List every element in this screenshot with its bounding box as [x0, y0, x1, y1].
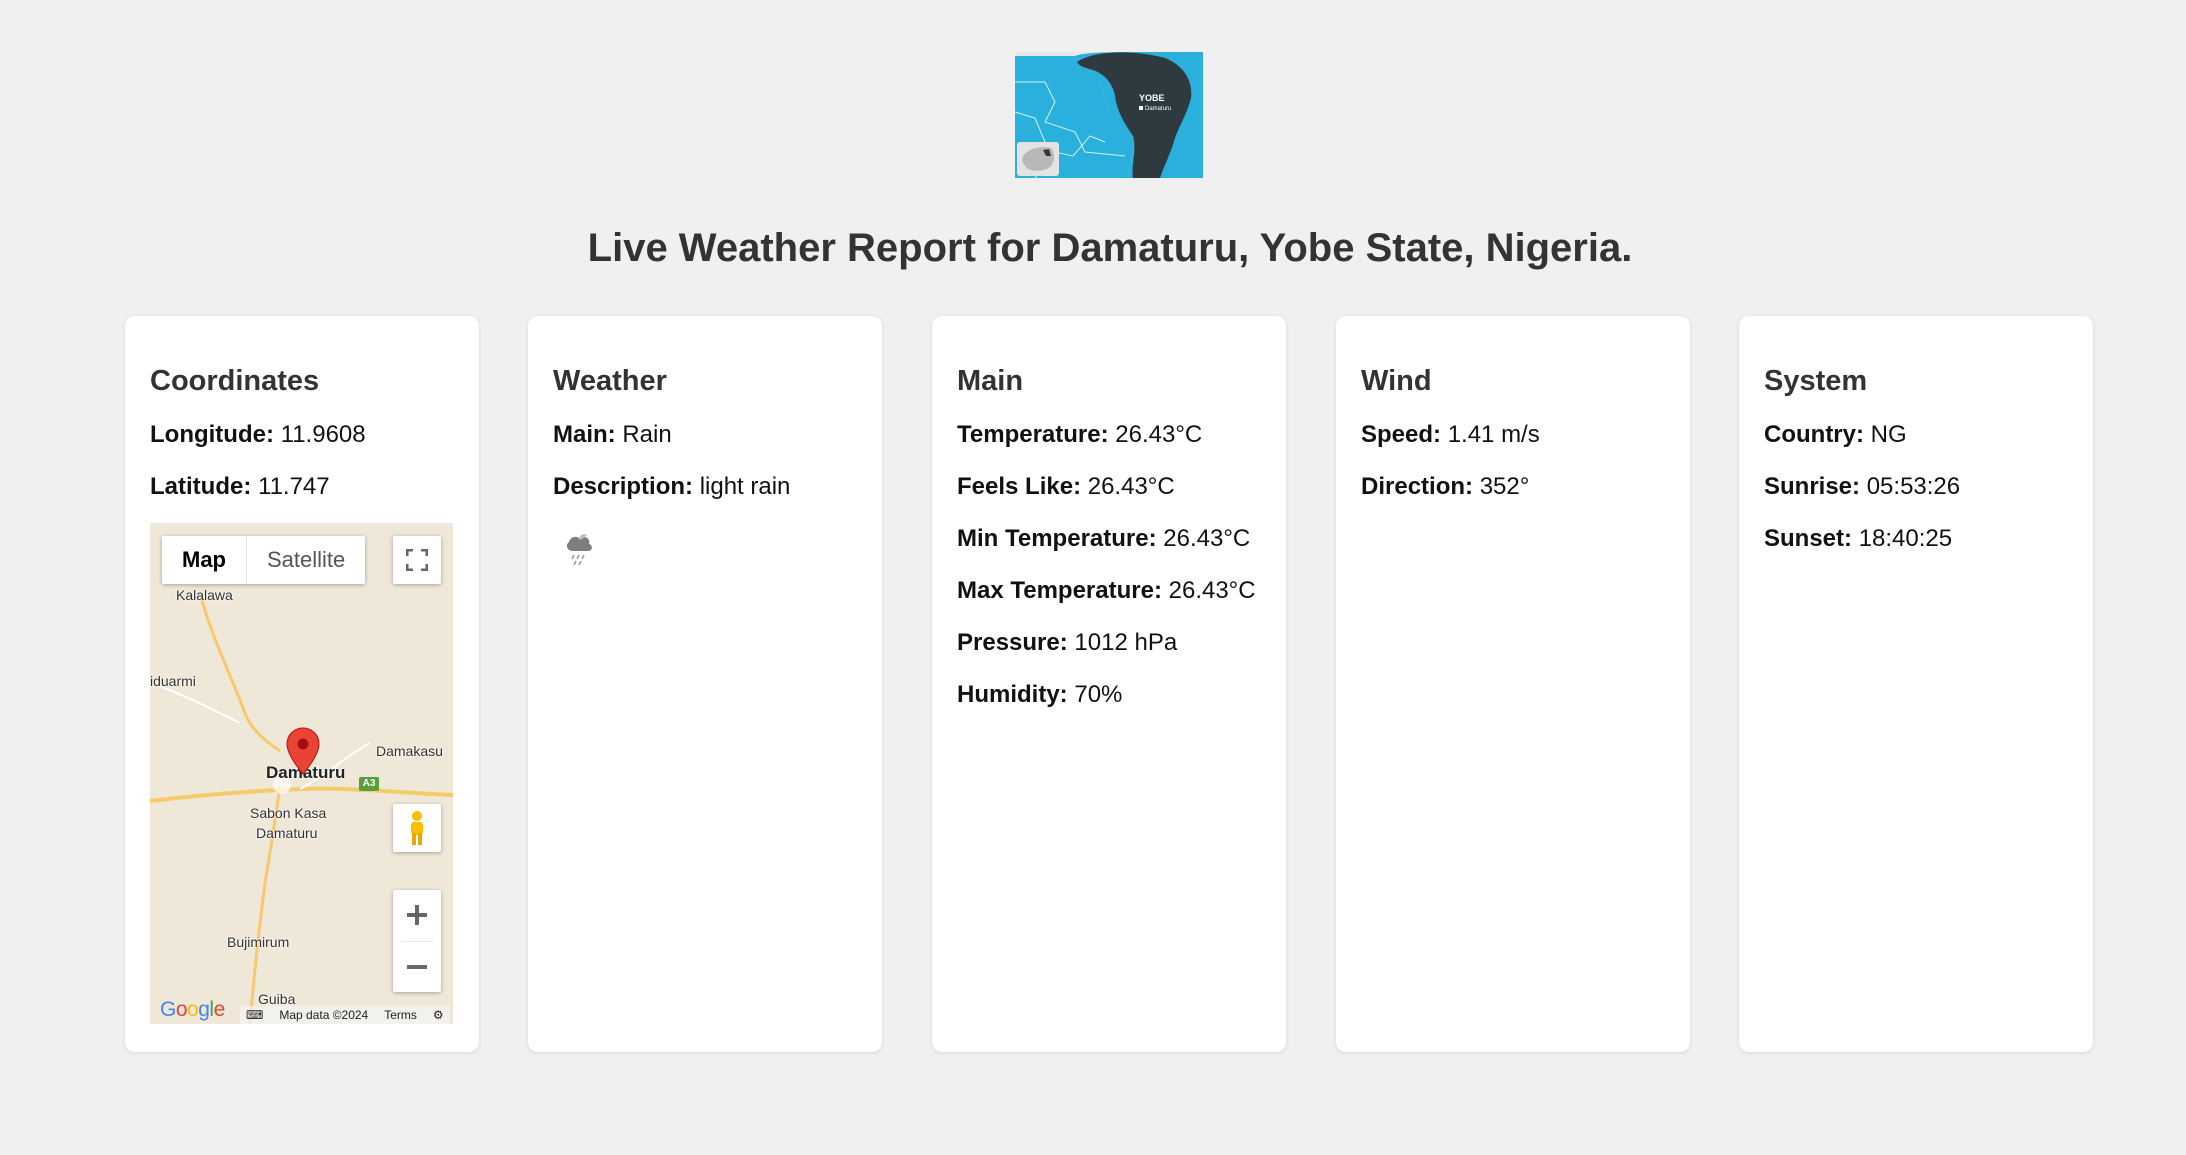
- weather-description-label: Description:: [553, 472, 694, 500]
- humidity-row: Humidity: 70%: [957, 681, 1261, 709]
- keyboard-icon[interactable]: ⌨: [246, 1008, 263, 1022]
- wind-card: Wind Speed: 1.41 m/s Direction: 352°: [1336, 316, 1690, 1052]
- place-sabon-kasa-damaturu: Damaturu: [256, 824, 318, 841]
- wind-direction-label: Direction:: [1361, 472, 1474, 500]
- sunset-row: Sunset: 18:40:25: [1764, 525, 2068, 553]
- place-bujimirum: Bujimirum: [227, 933, 290, 950]
- wind-heading: Wind: [1361, 365, 1432, 397]
- temperature-label: Temperature:: [957, 420, 1109, 448]
- latitude-value: 11.747: [258, 472, 330, 500]
- weather-description-row: Description: light rain: [553, 473, 857, 501]
- latitude-label: Latitude:: [150, 472, 252, 500]
- humidity-label: Humidity:: [957, 680, 1068, 708]
- pressure-value: 1012 hPa: [1074, 628, 1178, 656]
- fullscreen-button[interactable]: [393, 535, 441, 584]
- terms-link[interactable]: Terms: [384, 1008, 417, 1022]
- longitude-value: 11.9608: [280, 420, 366, 448]
- weather-main-row: Main: Rain: [553, 421, 857, 449]
- feels-like-row: Feels Like: 26.43°C: [957, 473, 1261, 501]
- country-label: Country:: [1764, 420, 1864, 448]
- state-label: YOBE: [1139, 93, 1165, 103]
- zoom-in-button[interactable]: [393, 890, 441, 941]
- google-logo: Google: [160, 997, 225, 1021]
- place-damakasu: Damakasu: [376, 742, 443, 759]
- humidity-value: 70%: [1074, 680, 1123, 708]
- max-temperature-label: Max Temperature:: [957, 576, 1162, 604]
- main-card: Main Temperature: 26.43°C Feels Like: 26…: [932, 316, 1286, 1052]
- sunset-value: 18:40:25: [1858, 524, 1953, 552]
- light-rain-icon: [566, 534, 592, 566]
- min-temperature-row: Min Temperature: 26.43°C: [957, 525, 1261, 553]
- weather-main-label: Main:: [553, 420, 616, 448]
- wind-speed-row: Speed: 1.41 m/s: [1361, 421, 1665, 449]
- map-data-bar: ⌨ Map data ©2024 Terms ⚙: [240, 1005, 450, 1024]
- wind-direction-value: 352°: [1479, 472, 1530, 500]
- wind-speed-label: Speed:: [1361, 420, 1442, 448]
- weather-main-value: Rain: [622, 420, 672, 448]
- zoom-control: [393, 889, 441, 993]
- temperature-row: Temperature: 26.43°C: [957, 421, 1261, 449]
- sunset-label: Sunset:: [1764, 524, 1853, 552]
- sunrise-label: Sunrise:: [1764, 472, 1861, 500]
- sunrise-value: 05:53:26: [1866, 472, 1961, 500]
- place-sabon-kasa: Sabon Kasa: [250, 804, 327, 821]
- feels-like-value: 26.43°C: [1087, 472, 1175, 500]
- map-type-map-button[interactable]: Map: [162, 535, 247, 584]
- plus-icon: [407, 905, 427, 926]
- place-kalalawa: Kalalawa: [176, 586, 233, 603]
- max-temperature-value: 26.43°C: [1168, 576, 1256, 604]
- system-card: System Country: NG Sunrise: 05:53:26 Sun…: [1739, 316, 2093, 1052]
- google-map[interactable]: Map Satellite Kalalawa iduarmi Damaturu …: [150, 522, 453, 1024]
- max-temperature-row: Max Temperature: 26.43°C: [957, 577, 1261, 605]
- weather-heading: Weather: [553, 365, 667, 397]
- longitude-label: Longitude:: [150, 420, 274, 448]
- map-type-satellite-button[interactable]: Satellite: [247, 536, 365, 584]
- wind-speed-value: 1.41 m/s: [1447, 420, 1540, 448]
- pressure-row: Pressure: 1012 hPa: [957, 629, 1261, 657]
- country-row: Country: NG: [1764, 421, 2068, 449]
- place-iduarmi: iduarmi: [150, 672, 196, 689]
- system-heading: System: [1764, 365, 1868, 397]
- capital-label: Damaturu: [1145, 106, 1171, 112]
- map-footer: Google ⌨ Map data ©2024 Terms ⚙: [150, 998, 453, 1024]
- yobe-map-graphic: YOBE Damaturu: [1014, 52, 1203, 179]
- country-value: NG: [1870, 420, 1907, 448]
- minus-icon: [407, 965, 427, 970]
- latitude-row: Latitude: 11.747: [150, 473, 454, 501]
- coordinates-card: Coordinates Longitude: 11.9608 Latitude:…: [125, 316, 479, 1052]
- temperature-value: 26.43°C: [1115, 420, 1203, 448]
- min-temperature-value: 26.43°C: [1163, 524, 1251, 552]
- pressure-label: Pressure:: [957, 628, 1068, 656]
- street-view-button[interactable]: [393, 803, 441, 852]
- fullscreen-icon: [406, 548, 428, 571]
- map-type-control: Map Satellite: [162, 535, 366, 584]
- min-temperature-label: Min Temperature:: [957, 524, 1157, 552]
- main-heading: Main: [957, 365, 1024, 397]
- settings-icon[interactable]: ⚙: [433, 1008, 444, 1022]
- map-data-attribution: Map data ©2024: [279, 1007, 369, 1022]
- zoom-out-button[interactable]: [393, 942, 441, 993]
- sunrise-row: Sunrise: 05:53:26: [1764, 473, 2068, 501]
- feels-like-label: Feels Like:: [957, 472, 1082, 500]
- coordinates-heading: Coordinates: [150, 365, 320, 397]
- weather-description-value: light rain: [699, 472, 791, 500]
- pegman-icon: [411, 810, 423, 845]
- wind-direction-row: Direction: 352°: [1361, 473, 1665, 501]
- page-title: Live Weather Report for Damaturu, Yobe S…: [587, 226, 1633, 270]
- yobe-state-map-image: YOBE Damaturu: [1014, 52, 1203, 179]
- longitude-row: Longitude: 11.9608: [150, 421, 454, 449]
- location-marker-icon[interactable]: [286, 727, 320, 775]
- weather-card: Weather Main: Rain Description: light ra…: [528, 316, 882, 1052]
- road-label-a3: A3: [359, 776, 379, 791]
